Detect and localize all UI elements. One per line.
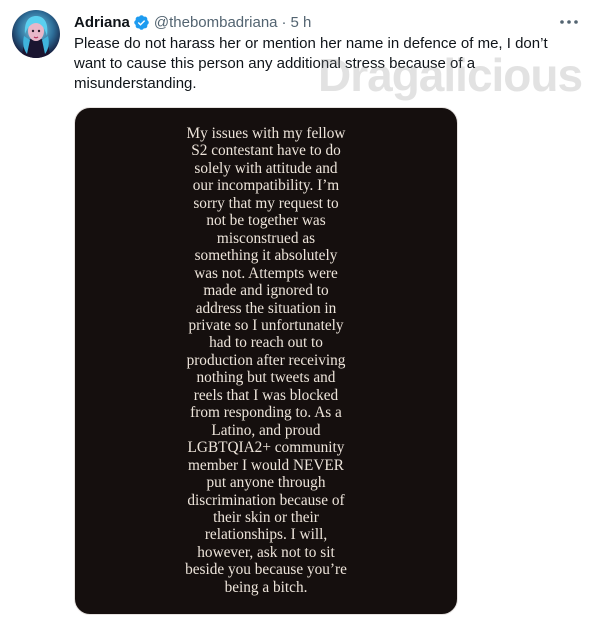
statement-line: My issues with my fellow bbox=[186, 125, 346, 142]
statement-line: private so I unfortunately bbox=[188, 316, 344, 334]
statement-line: being a bitch. bbox=[224, 578, 308, 596]
tweet-text: Please do not harass her or mention her … bbox=[74, 35, 548, 92]
verified-badge-icon bbox=[133, 14, 150, 31]
statement-line: from responding to. As a bbox=[190, 404, 342, 422]
statement-line: Latino, and proud bbox=[211, 421, 321, 439]
statement-line: had to reach out to bbox=[209, 334, 323, 352]
statement-line: put anyone through bbox=[206, 474, 326, 492]
statement-line: member I would NEVER bbox=[188, 456, 344, 474]
tweet-media-image[interactable]: My issues with my fellow S2 contestant h… bbox=[74, 107, 458, 615]
statement-line: was not. Attempts were bbox=[194, 264, 338, 282]
more-horizontal-icon[interactable] bbox=[556, 12, 582, 32]
statement-line: sorry that my request to bbox=[193, 194, 339, 212]
statement-line: misconstrued as bbox=[216, 229, 316, 247]
statement-line: beside you because you’re bbox=[185, 561, 347, 579]
statement-line: solely with attitude and bbox=[194, 159, 338, 177]
timestamp[interactable]: 5 h bbox=[291, 14, 312, 31]
statement-line: nothing but tweets and bbox=[196, 369, 336, 387]
avatar[interactable] bbox=[12, 10, 60, 58]
statement-line: not be together was bbox=[206, 212, 326, 230]
tweet[interactable]: Adriana @thebombadriana · 5 h Please do … bbox=[0, 0, 593, 622]
handle[interactable]: @thebombadriana bbox=[154, 14, 278, 31]
statement-line: relationships. I will, bbox=[204, 526, 328, 544]
statement-line: address the situation in bbox=[195, 299, 337, 317]
statement-line: S2 contestant have to do bbox=[191, 142, 341, 160]
tweet-header: Adriana @thebombadriana · 5 h bbox=[74, 11, 311, 33]
statement-line: something it absolutely bbox=[194, 247, 338, 265]
statement-line: however, ask not to sit bbox=[197, 543, 335, 561]
statement-line: reels that I was blocked bbox=[193, 386, 339, 404]
statement-line: discrimination because of bbox=[187, 491, 345, 509]
statement-line: our incompatibility. I’m bbox=[192, 177, 340, 195]
display-name[interactable]: Adriana bbox=[74, 14, 130, 31]
statement-line: made and ignored to bbox=[203, 282, 329, 300]
statement-line: production after receiving bbox=[186, 351, 346, 369]
media-statement-text: My issues with my fellow S2 contestant h… bbox=[75, 125, 457, 596]
statement-line: their skin or their bbox=[213, 508, 319, 526]
separator-dot: · bbox=[281, 13, 287, 31]
statement-line: LGBTQIA2+ community bbox=[187, 439, 345, 457]
